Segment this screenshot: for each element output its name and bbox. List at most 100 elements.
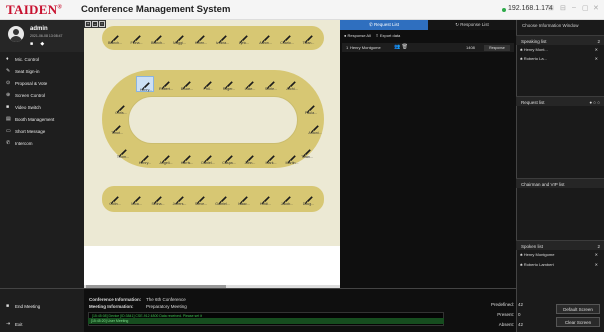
seat[interactable]: Henry... bbox=[136, 150, 154, 166]
seat[interactable]: Timot... bbox=[108, 120, 126, 136]
seat[interactable]: Bianch... bbox=[106, 30, 124, 46]
export-data-button[interactable]: ⇪ Export data bbox=[375, 33, 400, 38]
speaking-list-header: Speaking list 2 bbox=[516, 35, 604, 45]
microphone-icon bbox=[266, 151, 276, 164]
people-icon[interactable]: 👥 🗑 bbox=[394, 44, 408, 50]
settings-icon[interactable]: ⊟ bbox=[560, 4, 566, 12]
seat[interactable]: Phil... bbox=[199, 76, 217, 92]
response-all-button[interactable]: ● Response All bbox=[344, 33, 371, 38]
choose-window-dropdown[interactable]: Choose Information Window bbox=[518, 21, 602, 31]
seat[interactable]: Steve... bbox=[192, 191, 210, 207]
seat[interactable]: Henry... bbox=[136, 76, 154, 92]
app-window: TAIDEN® Conference Management System 192… bbox=[0, 0, 604, 332]
maximize-icon[interactable]: ▢ bbox=[582, 4, 589, 12]
seat[interactable]: Archi... bbox=[283, 76, 301, 92]
default-screen-button[interactable]: Default Screen bbox=[556, 304, 600, 314]
nav-item-intercom[interactable]: ✆ Intercom bbox=[0, 138, 84, 149]
seat[interactable]: Caspa... bbox=[220, 150, 238, 166]
seat[interactable]: Aaron... bbox=[257, 30, 275, 46]
tab-request-list[interactable]: ✆ Request List bbox=[340, 20, 428, 30]
request-row[interactable]: 1 Henry Montgome 👥 🗑 1408 Response bbox=[342, 43, 514, 52]
seat[interactable]: Tiffan... bbox=[300, 30, 318, 46]
seat[interactable]: Chris... bbox=[112, 100, 130, 116]
remove-icon[interactable]: ✕ bbox=[595, 47, 598, 52]
seat-name: Daniel... bbox=[201, 161, 215, 165]
request-list-panel bbox=[340, 30, 516, 288]
seat[interactable]: Mica... bbox=[128, 191, 146, 207]
seat[interactable]: Fiona... bbox=[128, 30, 146, 46]
close-icon[interactable]: ✕ bbox=[593, 4, 599, 12]
seat[interactable]: Heidi... bbox=[257, 191, 275, 207]
seat[interactable]: Shirle... bbox=[262, 76, 280, 92]
microphone-icon bbox=[306, 101, 316, 114]
microphone-icon bbox=[218, 31, 228, 44]
seat[interactable]: Roger... bbox=[220, 76, 238, 92]
seat[interactable]: Antoni... bbox=[306, 120, 324, 136]
microphone-icon bbox=[175, 192, 185, 205]
exit-button[interactable]: ⇥ Exit bbox=[0, 319, 84, 330]
nav-item-booth-management[interactable]: ▤ Booth Management bbox=[0, 114, 84, 125]
seat[interactable]: Doug... bbox=[300, 191, 318, 207]
seat[interactable]: Harris... bbox=[178, 150, 196, 166]
remove-icon[interactable]: ✕ bbox=[595, 262, 598, 267]
microphone-icon bbox=[196, 31, 206, 44]
minimize-icon[interactable]: – bbox=[572, 4, 576, 11]
response-button[interactable]: Response bbox=[484, 44, 510, 51]
user-action-icons[interactable]: ■ ◆ bbox=[30, 41, 47, 47]
fit-icon[interactable]: ▫ bbox=[99, 21, 105, 27]
end-meeting-button[interactable]: ■ End Meeting bbox=[0, 301, 84, 312]
seat[interactable]: Charlo... bbox=[278, 30, 296, 46]
microphone-icon bbox=[245, 151, 255, 164]
seat[interactable]: Bruce... bbox=[178, 76, 196, 92]
nav-item-proposal-vote[interactable]: ⊙ Proposal & Vote bbox=[0, 78, 84, 89]
seat[interactable]: Luke... bbox=[241, 76, 259, 92]
nav-item-screen-control[interactable]: ⊕ Screen Control bbox=[0, 90, 84, 101]
seat[interactable]: Mark... bbox=[262, 150, 280, 166]
seat-name: Caspa... bbox=[222, 161, 236, 165]
avatar[interactable] bbox=[8, 26, 24, 42]
list-controls-icon[interactable]: ● ○ ○ bbox=[589, 100, 600, 105]
seat[interactable]: John... bbox=[241, 150, 259, 166]
seat[interactable]: Ivelina... bbox=[214, 30, 232, 46]
vote-icon: ⊙ bbox=[6, 80, 11, 86]
remove-icon[interactable]: ✕ bbox=[595, 56, 598, 61]
microphone-icon bbox=[282, 31, 292, 44]
zoom-out-icon[interactable]: – bbox=[92, 21, 98, 27]
remove-icon[interactable]: ✕ bbox=[595, 252, 598, 257]
seat[interactable]: Maggi... bbox=[171, 30, 189, 46]
speaking-item[interactable]: ♣ Roberto La... ✕ bbox=[520, 55, 600, 62]
spoken-item[interactable]: ♣ Roberto Lambert ✕ bbox=[520, 261, 600, 268]
seat[interactable]: Paula... bbox=[302, 100, 320, 116]
clear-screen-button[interactable]: Clear Screen bbox=[556, 317, 600, 327]
seat[interactable]: Isaac... bbox=[235, 191, 253, 207]
nav-item-mic-control[interactable]: ♦ Mic. Control bbox=[0, 54, 84, 65]
seat[interactable]: Selina... bbox=[149, 191, 167, 207]
seat-name: Heidi... bbox=[259, 202, 272, 206]
microphone-icon bbox=[239, 192, 249, 205]
seat[interactable]: Martin... bbox=[283, 150, 301, 166]
seat[interactable]: Jacob... bbox=[278, 191, 296, 207]
information-panel bbox=[516, 20, 604, 332]
seat[interactable]: Robert... bbox=[157, 76, 175, 92]
seat[interactable]: Thom... bbox=[114, 144, 132, 160]
speaking-item[interactable]: ♣ Henry Mont... ✕ bbox=[520, 46, 600, 53]
seat[interactable]: Bianch... bbox=[149, 30, 167, 46]
seat[interactable]: Jeffers... bbox=[171, 191, 189, 207]
seat-name: Roger... bbox=[222, 87, 236, 91]
seat-name: Angeli... bbox=[159, 161, 173, 165]
spoken-item[interactable]: ♣ Henry Montgome ✕ bbox=[520, 251, 600, 258]
zoom-in-icon[interactable]: + bbox=[85, 21, 91, 27]
screen-icon[interactable]: ⊡ bbox=[548, 4, 554, 12]
seat[interactable]: Colin... bbox=[106, 191, 124, 207]
nav-item-video-switch[interactable]: ■ Video Switch bbox=[0, 102, 84, 113]
nav-item-short-message[interactable]: ▭ Short Message bbox=[0, 126, 84, 137]
seat[interactable]: Helen... bbox=[192, 30, 210, 46]
microphone-icon bbox=[218, 192, 228, 205]
nav-item-seat-sign-in[interactable]: ✎ Seat Sign-in bbox=[0, 66, 84, 77]
seat[interactable]: Lyric... bbox=[235, 30, 253, 46]
seat[interactable]: Angeli... bbox=[157, 150, 175, 166]
seat[interactable]: Gabriel... bbox=[214, 191, 232, 207]
tab-response-list[interactable]: ↻ Response List bbox=[428, 20, 516, 30]
seat-name: Bruce... bbox=[180, 87, 194, 91]
seat[interactable]: Daniel... bbox=[199, 150, 217, 166]
